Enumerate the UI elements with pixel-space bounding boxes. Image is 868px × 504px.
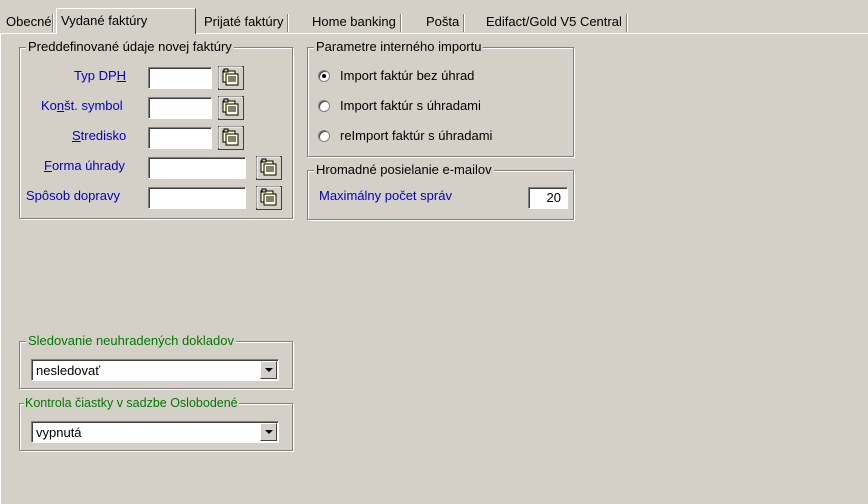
- stredisko-input[interactable]: [148, 127, 212, 149]
- lookup-icon[interactable]: [218, 96, 244, 120]
- field-label-sposob-dopravy: Spôsob dopravy: [26, 188, 120, 203]
- tab-edifact[interactable]: Edifact/Gold V5 Central: [482, 12, 628, 32]
- group-title: Parametre interného importu: [314, 39, 484, 55]
- field-label-typ-dph: Typ DPH: [74, 68, 127, 83]
- chevron-down-icon[interactable]: [260, 423, 277, 441]
- group-title: Sledovanie neuhradených dokladov: [26, 333, 236, 349]
- select-value: vypnutá: [36, 425, 82, 440]
- tab-label: Pošta: [426, 14, 460, 29]
- forma-uhrady-input[interactable]: [148, 157, 246, 179]
- radio-label: reImport faktúr s úhradami: [340, 128, 493, 143]
- radio-button[interactable]: [318, 100, 330, 112]
- radio-button[interactable]: [318, 70, 330, 82]
- max-messages-label: Maximálny počet správ: [319, 188, 452, 203]
- tab-posta[interactable]: Pošta: [422, 12, 466, 32]
- tab-panel-border-left: [0, 33, 1, 504]
- chevron-down-icon[interactable]: [260, 361, 277, 379]
- tab-bar: Obecné Vydané faktúry Prijaté faktúry Ho…: [0, 0, 868, 34]
- tab-obecne[interactable]: Obecné: [2, 12, 56, 32]
- lookup-icon[interactable]: [218, 126, 244, 150]
- unpaid-tracking-select[interactable]: nesledovať: [31, 359, 279, 381]
- tab-label: Home banking: [312, 14, 396, 29]
- tab-label: Obecné: [6, 14, 52, 29]
- select-value: nesledovať: [36, 363, 101, 378]
- tab-home-banking[interactable]: Home banking: [308, 12, 402, 32]
- exempt-check-select[interactable]: vypnutá: [31, 421, 279, 443]
- tab-vydane-faktury[interactable]: Vydané faktúry: [56, 8, 196, 34]
- sposob-dopravy-input[interactable]: [148, 187, 246, 209]
- lookup-icon[interactable]: [256, 186, 282, 210]
- typ-dph-input[interactable]: [148, 67, 212, 89]
- radio-label: Import faktúr s úhradami: [340, 98, 481, 113]
- tab-label: Edifact/Gold V5 Central: [486, 14, 622, 29]
- max-messages-input[interactable]: 20: [528, 187, 568, 209]
- konst-symbol-input[interactable]: [148, 97, 212, 119]
- group-title: Hromadné posielanie e-mailov: [314, 162, 494, 178]
- lookup-icon[interactable]: [256, 156, 282, 180]
- field-label-stredisko: Stredisko: [72, 128, 127, 143]
- radio-button[interactable]: [318, 130, 330, 142]
- tab-label: Vydané faktúry: [61, 13, 148, 28]
- group-title: Kontrola čiastky v sadzbe Oslobodené: [24, 395, 239, 411]
- lookup-icon[interactable]: [218, 66, 244, 90]
- field-label-forma-uhrady: Forma úhrady: [44, 158, 125, 173]
- field-label-konst-symbol: Konšt. symbol: [41, 98, 123, 113]
- group-title: Preddefinované údaje novej faktúry: [26, 39, 234, 55]
- tab-prijate-faktury[interactable]: Prijaté faktúry: [200, 12, 290, 32]
- radio-label: Import faktúr bez úhrad: [340, 68, 475, 83]
- tab-label: Prijaté faktúry: [204, 14, 284, 29]
